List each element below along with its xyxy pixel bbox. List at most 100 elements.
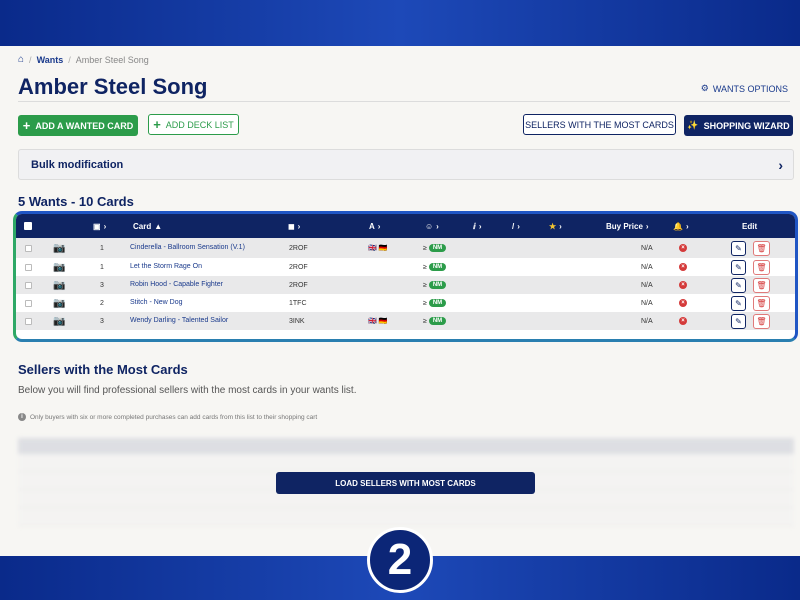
edit-button[interactable]: ✎ — [731, 312, 746, 330]
gear-icon: ⚙ — [700, 83, 709, 93]
info-icon: i — [18, 413, 26, 421]
bell-icon: 🔔 — [673, 221, 683, 231]
row-card-name[interactable]: Robin Hood - Capable Fighter — [130, 276, 223, 294]
image-column-header[interactable]: ▣ › — [93, 214, 106, 238]
row-buy-price: N/A — [641, 317, 653, 325]
delete-button[interactable]: 🗑 — [753, 276, 770, 294]
row-card-name[interactable]: Wendy Darling - Talented Sailor — [130, 312, 228, 330]
breadcrumb-current: Amber Steel Song — [75, 54, 149, 65]
delete-button[interactable]: 🗑 — [753, 258, 770, 276]
edit-column-header: Edit — [742, 221, 758, 231]
signed-column-header[interactable]: ★ › — [549, 214, 562, 238]
row-condition: ≥ NM — [423, 294, 447, 312]
row-alert[interactable]: × — [679, 238, 687, 258]
row-languages: 🇬🇧 🇩🇪 — [368, 245, 388, 252]
pencil-icon: ✎ — [731, 240, 746, 256]
card-column-header[interactable]: Card ▲ — [133, 214, 162, 238]
delete-button[interactable]: 🗑 — [753, 312, 770, 330]
trash-icon: 🗑 — [753, 259, 770, 275]
close-icon: × — [679, 299, 687, 307]
trash-icon: 🗑 — [753, 295, 770, 311]
edit-button[interactable]: ✎ — [731, 294, 746, 312]
pencil-icon: ✎ — [731, 277, 746, 293]
altered-column-header[interactable]: / › — [512, 214, 520, 238]
add-wanted-card-button[interactable]: + ADD A WANTED CARD — [18, 115, 138, 136]
wants-table: ▣ › Card ▲ ◼ › A › ☺ › ⅈ › / › ★ › Buy Price › 🔔 ›… — [13, 211, 798, 342]
wants-options-link[interactable]: ⚙ WANTS OPTIONS — [701, 83, 788, 94]
row-set: 2ROF — [289, 244, 308, 252]
delete-button[interactable]: 🗑 — [753, 238, 770, 258]
edit-button[interactable]: ✎ — [731, 276, 746, 294]
row-checkbox[interactable] — [25, 276, 32, 294]
pencil-icon: ✎ — [731, 295, 746, 311]
set-column-header[interactable]: ◼ › — [288, 214, 300, 238]
camera-icon[interactable]: 📷 — [53, 238, 65, 258]
row-set: 2ROF — [289, 263, 308, 271]
breadcrumb-wants[interactable]: Wants — [37, 55, 64, 65]
row-card-name[interactable]: Let the Storm Rage On — [130, 258, 202, 276]
edit-button[interactable]: ✎ — [731, 258, 746, 276]
top-band — [0, 0, 800, 46]
trash-icon: 🗑 — [753, 313, 770, 329]
camera-icon[interactable]: 📷 — [53, 276, 65, 294]
wants-options-label: WANTS OPTIONS — [712, 83, 788, 94]
camera-icon[interactable]: 📷 — [53, 294, 65, 312]
row-quantity: 1 — [100, 244, 104, 252]
language-column-header[interactable]: A › — [369, 214, 380, 238]
row-alert[interactable]: × — [679, 276, 687, 294]
bulk-modification-panel[interactable]: Bulk modification › — [18, 149, 794, 180]
title-divider — [18, 101, 790, 102]
row-set: 2ROF — [289, 281, 308, 289]
row-condition: ≥ NM — [423, 312, 447, 330]
row-buy-price: N/A — [641, 263, 653, 271]
sellers-most-cards-button[interactable]: SELLERS WITH THE MOST CARDS — [523, 114, 676, 135]
row-set: 1TFC — [289, 299, 307, 307]
trash-icon: 🗑 — [753, 277, 770, 293]
wants-summary: 5 Wants - 10 Cards — [18, 194, 134, 209]
pencil-icon: ✎ — [731, 313, 746, 329]
row-quantity: 3 — [100, 317, 104, 325]
breadcrumb: ⌂ / Wants / Amber Steel Song — [18, 54, 149, 65]
row-condition: ≥ NM — [423, 238, 447, 258]
sellers-note: i Only buyers with six or more completed… — [18, 413, 317, 421]
buy-price-column-header[interactable]: Buy Price › — [606, 214, 649, 238]
brush-icon: / — [512, 221, 515, 231]
row-condition: ≥ NM — [423, 258, 447, 276]
home-icon[interactable]: ⌂ — [18, 54, 24, 65]
row-alert[interactable]: × — [679, 294, 687, 312]
close-icon: × — [679, 281, 687, 289]
row-quantity: 1 — [100, 263, 104, 271]
row-alert[interactable]: × — [679, 312, 687, 330]
row-checkbox[interactable] — [25, 312, 32, 330]
foil-column-header[interactable]: ⅈ › — [473, 214, 481, 238]
star-icon: ★ — [549, 221, 557, 231]
sort-up-icon: ▲ — [154, 221, 163, 231]
select-all-checkbox[interactable] — [24, 214, 32, 238]
delete-button[interactable]: 🗑 — [753, 294, 770, 312]
row-alert[interactable]: × — [679, 258, 687, 276]
row-quantity: 2 — [100, 299, 104, 307]
table-row: 📷 3 Wendy Darling - Talented Sailor 3INK… — [16, 312, 795, 330]
row-card-name[interactable]: Stitch - New Dog — [130, 294, 183, 312]
sellers-description: Below you will find professional sellers… — [18, 385, 357, 396]
add-deck-list-button[interactable]: + ADD DECK LIST — [148, 114, 239, 135]
plus-icon: + — [153, 117, 161, 132]
row-buy-price: N/A — [641, 281, 653, 289]
foil-icon: ⅈ — [473, 221, 476, 231]
edit-button[interactable]: ✎ — [731, 238, 746, 258]
condition-column-header[interactable]: ☺ › — [425, 214, 439, 238]
row-card-name[interactable]: Cinderella - Ballroom Sensation (V.1) — [130, 238, 255, 258]
magic-wand-icon: ✨ — [687, 120, 699, 130]
row-checkbox[interactable] — [25, 294, 32, 312]
camera-icon[interactable]: 📷 — [53, 312, 65, 330]
load-sellers-button[interactable]: LOAD SELLERS WITH MOST CARDS — [276, 472, 535, 494]
alert-column-header[interactable]: 🔔 › — [673, 214, 689, 238]
shopping-wizard-button[interactable]: ✨ SHOPPING WIZARD — [684, 115, 793, 136]
row-checkbox[interactable] — [25, 258, 32, 276]
step-badge: 2 — [367, 527, 433, 593]
table-row: 📷 2 Stitch - New Dog 1TFC ≥ NM N/A × ✎ 🗑 — [16, 294, 795, 312]
camera-icon[interactable]: 📷 — [53, 258, 65, 276]
row-set: 3INK — [289, 317, 305, 325]
table-row: 📷 3 Robin Hood - Capable Fighter 2ROF ≥ N… — [16, 276, 795, 294]
row-checkbox[interactable] — [25, 238, 32, 258]
